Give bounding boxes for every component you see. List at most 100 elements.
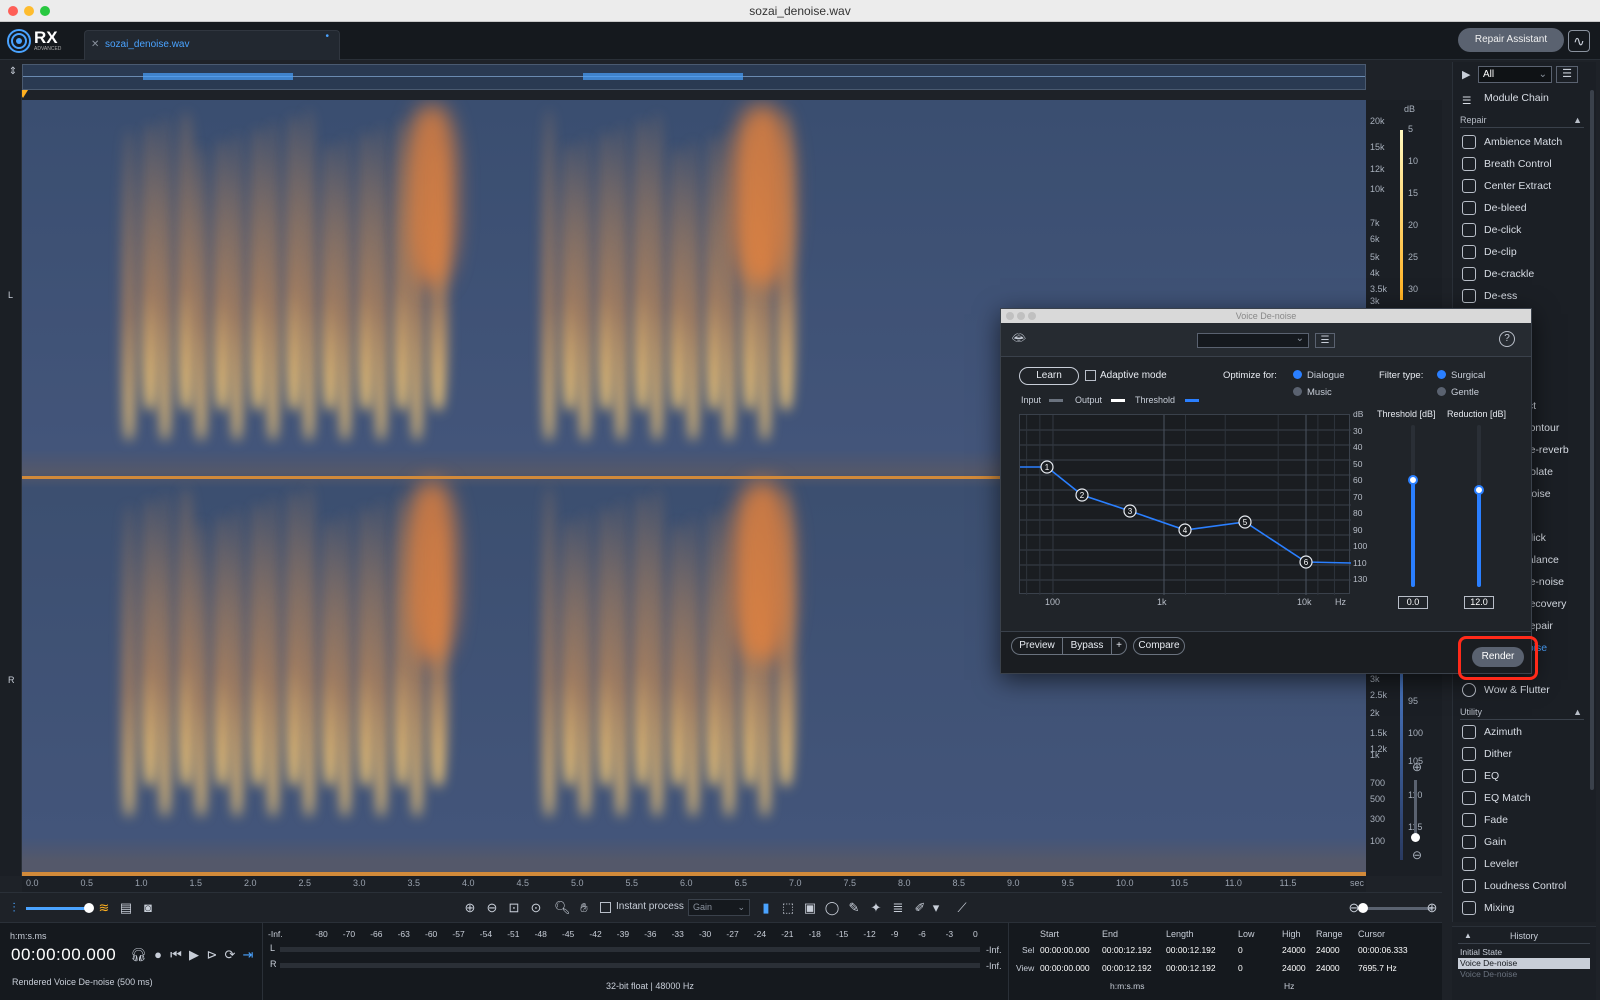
module-item-loudness-control[interactable]: Loudness Control: [1462, 876, 1566, 896]
time-format-select[interactable]: h:m:s.ms: [10, 931, 47, 941]
module-item-de-ess[interactable]: De-ess: [1462, 286, 1517, 306]
module-item-gain[interactable]: Gain: [1462, 832, 1506, 852]
selection-view-length[interactable]: 00:00:12.192: [1166, 963, 1216, 973]
filter-surgical-radio[interactable]: [1437, 370, 1446, 379]
zoom-in-vertical-icon[interactable]: ⊕: [1412, 760, 1422, 774]
zoom-fit-icon[interactable]: ⊙: [528, 900, 544, 916]
instant-process-mode-select[interactable]: Gain ⌄: [688, 899, 750, 916]
waveform-view-icon[interactable]: ⫶: [6, 900, 22, 916]
module-item-azimuth[interactable]: Azimuth: [1462, 722, 1522, 742]
threshold-slider-knob[interactable]: [1408, 475, 1418, 485]
threshold-curve-graph[interactable]: 1 2 3 4 5 6: [1019, 414, 1351, 595]
magic-wand-icon[interactable]: ✦: [868, 900, 884, 916]
threshold-slider[interactable]: [1408, 425, 1418, 587]
playback-follow-icon[interactable]: ⇥: [240, 947, 256, 963]
selection-view-end[interactable]: 00:00:12.192: [1102, 963, 1152, 973]
module-item-de-clip[interactable]: De-clip: [1462, 242, 1517, 262]
preview-button[interactable]: Preview: [1011, 637, 1063, 655]
zoom-out-time-icon[interactable]: ⊖: [484, 900, 500, 916]
skip-back-icon[interactable]: ⏮︎: [168, 947, 184, 963]
spectrogram-view-icon[interactable]: ≋: [96, 900, 112, 916]
time-frequency-selection-icon[interactable]: ▣: [802, 900, 818, 916]
monitor-headphones-icon[interactable]: 🎧︎: [130, 947, 147, 963]
module-item-dither[interactable]: Dither: [1462, 744, 1512, 764]
zoom-in-horizontal-icon[interactable]: ⊕: [1424, 900, 1440, 916]
zoom-in-time-icon[interactable]: ⊕: [462, 900, 478, 916]
selection-sel-length[interactable]: 00:00:12.192: [1166, 945, 1216, 955]
reduction-value[interactable]: 12.0: [1464, 596, 1494, 609]
curve-tool-icon[interactable]: ⟋: [954, 900, 970, 916]
module-chain-item[interactable]: ☰ Module Chain: [1462, 88, 1549, 108]
zoom-selection-icon[interactable]: ⊡: [506, 900, 522, 916]
module-item-eq-match[interactable]: EQ Match: [1462, 788, 1531, 808]
dialog-zoom-button[interactable]: [1028, 312, 1036, 320]
help-icon[interactable]: ?: [1499, 331, 1515, 347]
lasso-tool-icon[interactable]: ◯: [824, 900, 840, 916]
history-item[interactable]: Voice De-noise: [1458, 969, 1590, 980]
module-item-mixing[interactable]: Mixing: [1462, 898, 1514, 918]
hand-tool-icon[interactable]: ✋︎: [576, 900, 592, 916]
module-list-scrollbar[interactable]: [1590, 90, 1594, 790]
module-item-leveler[interactable]: Leveler: [1462, 854, 1518, 874]
spectrogram-settings-icon[interactable]: ▤: [118, 900, 134, 916]
threshold-value[interactable]: 0.0: [1398, 596, 1428, 609]
preset-select[interactable]: ⌄: [1197, 333, 1309, 348]
collapse-section-icon[interactable]: ▲: [1573, 112, 1582, 128]
time-ruler[interactable]: 0.0 0.5 1.0 1.5 2.0 2.5 3.0 3.5 4.0 4.5 5.0 5.5 6.0 6…: [22, 876, 1366, 892]
loop-icon[interactable]: ⟳: [222, 947, 238, 963]
utility-section-header[interactable]: Utility ▲: [1460, 704, 1584, 720]
close-tab-icon[interactable]: ✕: [91, 31, 99, 59]
dialog-minimize-button[interactable]: [1017, 312, 1025, 320]
module-item-wow-flutter[interactable]: Wow & Flutter: [1462, 680, 1550, 700]
harmonic-selection-icon[interactable]: ≣: [890, 900, 906, 916]
dialog-close-button[interactable]: [1006, 312, 1014, 320]
time-selection-icon[interactable]: ▮: [758, 900, 774, 916]
pencil-tool-icon[interactable]: ✐: [912, 900, 928, 916]
threshold-node-1[interactable]: 1: [1040, 460, 1054, 474]
module-item-de-crackle[interactable]: De-crackle: [1462, 264, 1534, 284]
module-item-de-bleed[interactable]: De-bleed: [1462, 198, 1527, 218]
collapse-overview-icon[interactable]: ⇕: [6, 66, 20, 86]
filter-gentle-radio[interactable]: [1437, 387, 1446, 396]
selection-sel-end[interactable]: 00:00:12.192: [1102, 945, 1152, 955]
record-icon[interactable]: ●: [150, 947, 166, 963]
history-item[interactable]: Initial State: [1458, 947, 1590, 958]
module-item-breath-control[interactable]: Breath Control: [1462, 154, 1552, 174]
threshold-node-5[interactable]: 5: [1238, 515, 1252, 529]
play-icon[interactable]: ▶: [186, 947, 202, 963]
module-item-ambience-match[interactable]: Ambience Match: [1462, 132, 1562, 152]
threshold-node-2[interactable]: 2: [1075, 488, 1089, 502]
optimize-dialogue-radio[interactable]: [1293, 370, 1302, 379]
selection-sel-range[interactable]: 24000: [1316, 945, 1340, 955]
repair-section-header[interactable]: Repair ▲: [1460, 112, 1584, 128]
collapse-history-icon[interactable]: ▲: [1464, 931, 1472, 940]
module-item-de-click[interactable]: De-click: [1462, 220, 1521, 240]
selection-view-high[interactable]: 24000: [1282, 963, 1306, 973]
selection-sel-low[interactable]: 0: [1238, 945, 1243, 955]
play-module-icon[interactable]: ▶: [1462, 68, 1470, 81]
brush-tool-icon[interactable]: ✎: [846, 900, 862, 916]
module-item-fade[interactable]: Fade: [1462, 810, 1508, 830]
collapse-section-icon[interactable]: ▲: [1573, 704, 1582, 720]
vertical-zoom-slider[interactable]: [1411, 833, 1420, 842]
bypass-button[interactable]: Bypass: [1062, 637, 1112, 655]
threshold-node-6[interactable]: 6: [1299, 555, 1313, 569]
zoom-window-button[interactable]: [40, 6, 50, 16]
module-item-center-extract[interactable]: Center Extract: [1462, 176, 1551, 196]
horizontal-zoom-slider[interactable]: [1366, 907, 1432, 910]
selection-view-start[interactable]: 00:00:00.000: [1040, 963, 1090, 973]
waveform-menu-icon[interactable]: ∿: [1568, 30, 1590, 52]
repair-assistant-button[interactable]: Repair Assistant: [1458, 28, 1564, 52]
selection-sel-cursor[interactable]: 00:00:06.333: [1358, 945, 1408, 955]
adaptive-mode-checkbox[interactable]: [1085, 370, 1096, 381]
waveform-overview[interactable]: [22, 64, 1366, 90]
compare-button[interactable]: Compare: [1133, 637, 1185, 655]
blend-slider-knob[interactable]: [84, 903, 94, 913]
preset-menu-icon[interactable]: ☰: [1315, 333, 1335, 348]
frequency-selection-icon[interactable]: ⬚: [780, 900, 796, 916]
tool-dropdown-icon[interactable]: ▾: [928, 900, 944, 916]
close-window-button[interactable]: [8, 6, 18, 16]
threshold-node-4[interactable]: 4: [1178, 523, 1192, 537]
selection-sel-high[interactable]: 24000: [1282, 945, 1306, 955]
module-filter-select[interactable]: All ⌄: [1478, 66, 1552, 83]
